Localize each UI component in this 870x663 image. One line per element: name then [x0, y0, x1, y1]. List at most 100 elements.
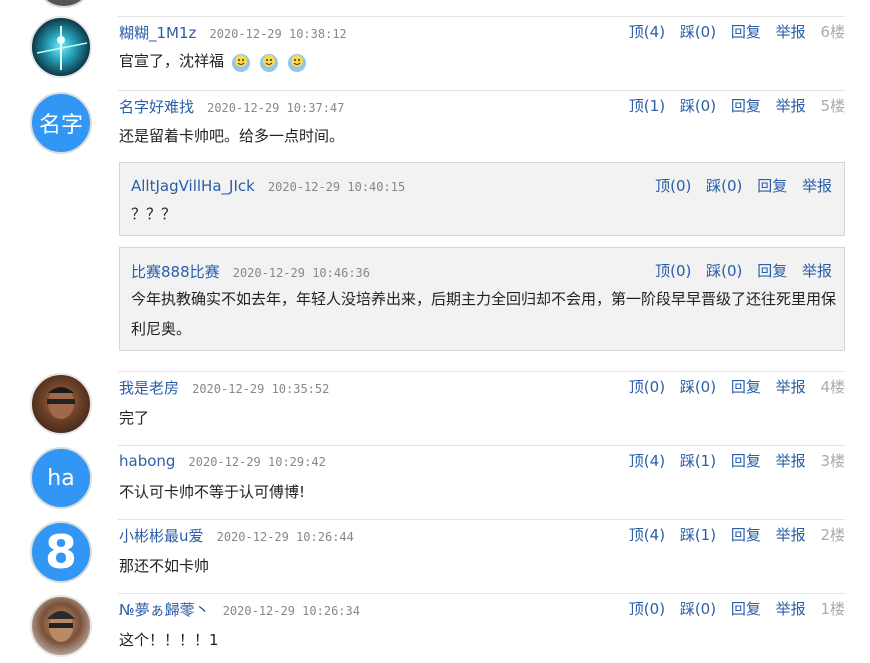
comment-meta: 名字好难找 2020-12-29 10:37:47: [119, 96, 344, 117]
upvote-button[interactable]: 顶(0): [655, 262, 691, 280]
upvote-button[interactable]: 顶(0): [655, 177, 691, 195]
username-link[interactable]: 糊糊_1M1z: [119, 24, 196, 42]
floor-number: 2楼: [820, 526, 845, 544]
upvote-button[interactable]: 顶(4): [629, 23, 665, 41]
divider: [118, 90, 845, 91]
timestamp: 2020-12-29 10:46:36: [232, 266, 371, 280]
comment-actions: 顶(4) 踩(1) 回复 举报 3楼: [619, 450, 845, 471]
avatar-text: ha: [47, 465, 75, 491]
timestamp: 2020-12-29 10:37:47: [207, 101, 345, 115]
avatar[interactable]: [30, 16, 92, 78]
downvote-button[interactable]: 踩(0): [680, 600, 716, 618]
smiley-emoji-icon: [286, 51, 308, 73]
comment-actions: 顶(4) 踩(0) 回复 举报 6楼: [619, 21, 845, 42]
report-button[interactable]: 举报: [776, 452, 806, 470]
reply-button[interactable]: 回复: [731, 97, 761, 115]
upvote-button[interactable]: 顶(0): [629, 600, 665, 618]
reply-box: 比赛888比赛 2020-12-29 10:46:36 顶(0) 踩(0) 回复…: [119, 247, 845, 351]
upvote-button[interactable]: 顶(4): [629, 526, 665, 544]
comment-meta: 小彬彬最u爱 2020-12-29 10:26:44: [119, 525, 354, 546]
avatar[interactable]: [30, 595, 92, 657]
timestamp: 2020-12-29 10:35:52: [192, 382, 330, 396]
downvote-button[interactable]: 踩(1): [680, 526, 716, 544]
reply-actions: 顶(0) 踩(0) 回复 举报: [645, 175, 832, 196]
reply-button[interactable]: 回复: [757, 177, 787, 195]
downvote-button[interactable]: 踩(1): [680, 452, 716, 470]
reply-button[interactable]: 回复: [757, 262, 787, 280]
smiley-emoji-icon: [258, 51, 280, 73]
divider: [118, 519, 845, 520]
downvote-button[interactable]: 踩(0): [706, 262, 742, 280]
divider: [118, 445, 845, 446]
reply-button[interactable]: 回复: [731, 600, 761, 618]
timestamp: 2020-12-29 10:38:12: [209, 27, 347, 41]
downvote-button[interactable]: 踩(0): [680, 97, 716, 115]
upvote-button[interactable]: 顶(4): [629, 452, 665, 470]
avatar[interactable]: ha: [30, 447, 92, 509]
timestamp: 2020-12-29 10:26:44: [216, 530, 354, 544]
divider: [118, 371, 845, 372]
username-link[interactable]: AlltJagVillHa_JIck: [131, 177, 255, 195]
avatar[interactable]: [30, 373, 92, 435]
comment-text: 还是留着卡帅吧。给多一点时间。: [119, 127, 345, 145]
username-link[interactable]: 小彬彬最u爱: [119, 527, 204, 545]
reply-text: ？？？: [131, 205, 177, 223]
report-button[interactable]: 举报: [776, 97, 806, 115]
reply-meta: 比赛888比赛 2020-12-29 10:46:36: [131, 261, 370, 282]
comment-meta: 糊糊_1M1z 2020-12-29 10:38:12: [119, 22, 347, 43]
avatar[interactable]: 名字: [30, 92, 92, 154]
downvote-button[interactable]: 踩(0): [680, 378, 716, 396]
reply-actions: 顶(0) 踩(0) 回复 举报: [645, 260, 832, 281]
floor-number: 5楼: [820, 97, 845, 115]
reply-button[interactable]: 回复: [731, 23, 761, 41]
divider: [118, 593, 845, 594]
reply-button[interactable]: 回复: [731, 378, 761, 396]
floor-number: 3楼: [820, 452, 845, 470]
timestamp: 2020-12-29 10:26:34: [222, 604, 360, 618]
comment-actions: 顶(0) 踩(0) 回复 举报 1楼: [619, 598, 845, 619]
username-link[interactable]: 我是老房: [119, 379, 179, 397]
report-button[interactable]: 举报: [776, 23, 806, 41]
report-button[interactable]: 举报: [776, 526, 806, 544]
report-button[interactable]: 举报: [776, 600, 806, 618]
report-button[interactable]: 举报: [776, 378, 806, 396]
floor-number: 1楼: [820, 600, 845, 618]
username-link[interactable]: №夢ぁ歸蕶丶: [119, 601, 210, 619]
upvote-button[interactable]: 顶(1): [629, 97, 665, 115]
divider: [118, 16, 845, 17]
upvote-button[interactable]: 顶(0): [629, 378, 665, 396]
timestamp: 2020-12-29 10:29:42: [188, 455, 326, 469]
comment-text: 完了: [119, 409, 150, 427]
comment-text: 官宣了，沈祥福: [119, 50, 308, 73]
avatar-text: 名字: [38, 113, 83, 138]
comment-actions: 顶(4) 踩(1) 回复 举报 2楼: [619, 524, 845, 545]
avatar[interactable]: 8: [30, 521, 92, 583]
reply-button[interactable]: 回复: [731, 452, 761, 470]
timestamp: 2020-12-29 10:40:15: [267, 180, 406, 194]
comment-text: 不认可卡帅不等于认可傅博!: [119, 483, 306, 501]
reply-button[interactable]: 回复: [731, 526, 761, 544]
comment-meta: №夢ぁ歸蕶丶 2020-12-29 10:26:34: [119, 599, 360, 620]
reply-meta: AlltJagVillHa_JIck 2020-12-29 10:40:15: [131, 176, 405, 195]
comment-text: 这个！！！！1: [119, 631, 219, 649]
comment-meta: habong 2020-12-29 10:29:42: [119, 451, 326, 470]
comment-actions: 顶(1) 踩(0) 回复 举报 5楼: [619, 95, 845, 116]
comment-text: 那还不如卡帅: [119, 557, 210, 575]
floor-number: 4楼: [820, 378, 845, 396]
comment-text-body: 官宣了，沈祥福: [119, 52, 225, 70]
reply-box: AlltJagVillHa_JIck 2020-12-29 10:40:15 顶…: [119, 162, 845, 236]
avatar-text: 8: [44, 525, 77, 579]
username-link[interactable]: 比赛888比赛: [131, 263, 220, 281]
downvote-button[interactable]: 踩(0): [706, 177, 742, 195]
comment-actions: 顶(0) 踩(0) 回复 举报 4楼: [619, 376, 845, 397]
downvote-button[interactable]: 踩(0): [680, 23, 716, 41]
smiley-emoji-icon: [230, 51, 252, 73]
reply-text: 今年执教确实不如去年，年轻人没培养出来，后期主力全回归却不会用，第一阶段早早晋级…: [131, 290, 837, 338]
username-link[interactable]: habong: [119, 452, 175, 470]
floor-number: 6楼: [820, 23, 845, 41]
username-link[interactable]: 名字好难找: [119, 98, 194, 116]
avatar[interactable]: [34, 0, 94, 8]
report-button[interactable]: 举报: [802, 262, 832, 280]
comment-meta: 我是老房 2020-12-29 10:35:52: [119, 377, 329, 398]
report-button[interactable]: 举报: [802, 177, 832, 195]
